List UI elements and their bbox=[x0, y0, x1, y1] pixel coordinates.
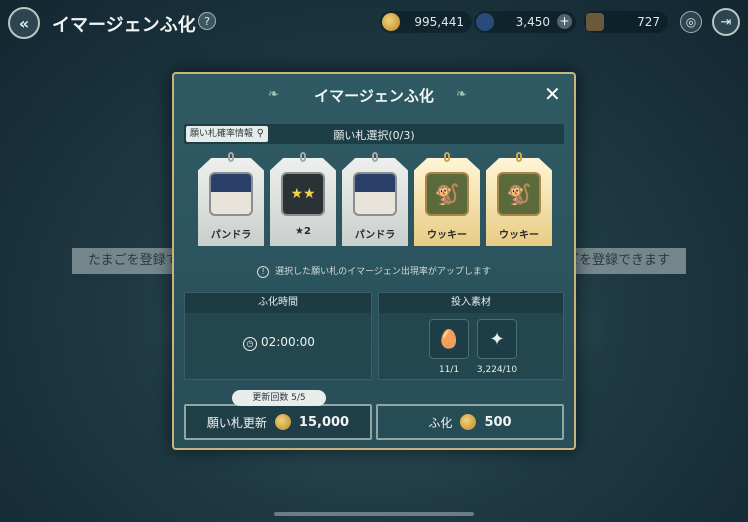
notice-text: 選択した願い札のイマージェン出現率がアップします bbox=[275, 267, 491, 277]
material-count: 3,224/10 bbox=[476, 365, 518, 375]
hatch-button[interactable]: ふ化 500 bbox=[376, 404, 564, 440]
wish-card[interactable]: パンドラ bbox=[342, 150, 408, 246]
hatch-label: ふ化 bbox=[428, 415, 453, 430]
hatch-time-header: ふ化時間 bbox=[185, 293, 371, 313]
screen-title: イマージェンふ化 bbox=[52, 15, 196, 36]
settings-icon[interactable]: ◎ bbox=[680, 11, 702, 33]
exit-icon: ⇥ bbox=[720, 14, 732, 30]
star-material-icon: ✦ bbox=[477, 319, 517, 359]
refresh-wish-cards-button[interactable]: 願い札更新 15,000 bbox=[184, 404, 372, 440]
card-label: ★2 bbox=[295, 226, 311, 237]
tag-ring bbox=[300, 152, 306, 162]
leaf-ornament-icon: ❧ bbox=[456, 87, 467, 102]
gold-counter: 995,441 bbox=[380, 11, 472, 33]
two-star-icon: ★★ bbox=[281, 172, 325, 216]
card-label: ウッキー bbox=[499, 230, 539, 241]
exit-button[interactable]: ⇥ bbox=[712, 8, 740, 36]
tag-ring bbox=[516, 152, 522, 162]
wish-card[interactable]: パンドラ bbox=[198, 150, 264, 246]
material-item[interactable]: 🥚 11/1 bbox=[429, 319, 469, 375]
materials-panel: 投入素材 🥚 11/1 ✦ 3,224/10 bbox=[378, 292, 564, 380]
hatch-cost: 500 bbox=[484, 414, 512, 430]
gold-coin-icon bbox=[274, 414, 291, 430]
pandora-portrait-icon bbox=[209, 172, 253, 216]
dialog-header: ❧ イマージェンふ化 ❧ ✕ bbox=[174, 74, 574, 116]
wish-card-list: パンドラ ★★ ★2 パンドラ 🐒 ウッキー 🐒 ウッキー bbox=[198, 150, 558, 248]
top-bar: « イマージェンふ化 ? 995,441 3,450 + 727 ◎ ⇥ bbox=[0, 0, 748, 44]
hatch-time-value: 02:00:00 bbox=[261, 335, 315, 349]
card-label: パンドラ bbox=[210, 230, 252, 241]
egg-icon: 🥚 bbox=[429, 319, 469, 359]
notice: ! 選択した願い札のイマージェン出現率がアップします bbox=[174, 264, 574, 278]
wukki-portrait-icon: 🐒 bbox=[425, 172, 469, 216]
gem-counter: 3,450 + bbox=[474, 11, 576, 33]
wish-card-select-bar: 願い札確率情報 ⚲ 願い札選択(0/3) bbox=[184, 124, 564, 144]
tag-ring bbox=[444, 152, 450, 162]
card-label: ウッキー bbox=[427, 230, 467, 241]
gold-coin-icon bbox=[382, 13, 400, 31]
tag-ring bbox=[372, 152, 378, 162]
hatch-time-panel: ふ化時間 ◷ 02:00:00 bbox=[184, 292, 372, 380]
gold-coin-icon bbox=[460, 414, 477, 430]
materials-header: 投入素材 bbox=[379, 293, 563, 313]
wish-card[interactable]: 🐒 ウッキー bbox=[414, 150, 480, 246]
home-indicator bbox=[274, 512, 474, 516]
add-gems-button[interactable]: + bbox=[557, 14, 572, 29]
back-button[interactable]: « bbox=[8, 7, 40, 39]
refresh-label: 願い札更新 bbox=[206, 415, 267, 430]
back-arrow-icon: « bbox=[18, 13, 30, 33]
gem-icon bbox=[476, 13, 494, 31]
card-label: パンドラ bbox=[354, 230, 396, 241]
wukki-portrait-icon: 🐒 bbox=[497, 172, 541, 216]
close-button[interactable]: ✕ bbox=[544, 82, 561, 106]
gold-amount: 995,441 bbox=[414, 15, 464, 29]
tag-ring bbox=[228, 152, 234, 162]
pandora-portrait-icon bbox=[353, 172, 397, 216]
hatch-time-value-row: ◷ 02:00:00 bbox=[185, 335, 373, 351]
refresh-cost: 15,000 bbox=[298, 414, 350, 430]
info-icon: ! bbox=[257, 266, 270, 278]
wish-card[interactable]: ★★ ★2 bbox=[270, 150, 336, 246]
help-icon[interactable]: ? bbox=[198, 12, 216, 30]
hatch-dialog: ❧ イマージェンふ化 ❧ ✕ 願い札確率情報 ⚲ 願い札選択(0/3) パンドラ… bbox=[172, 72, 576, 450]
wish-card-select-title: 願い札選択(0/3) bbox=[333, 129, 415, 142]
material-item[interactable]: ✦ 3,224/10 bbox=[477, 319, 517, 375]
wish-card[interactable]: 🐒 ウッキー bbox=[486, 150, 552, 246]
clock-icon: ◷ bbox=[243, 337, 258, 351]
refresh-count-badge: 更新回数 5/5 bbox=[232, 390, 326, 406]
dialog-title: イマージェンふ化 bbox=[314, 87, 434, 105]
bag-counter: 727 bbox=[584, 11, 668, 33]
bag-amount: 727 bbox=[637, 15, 660, 29]
bag-icon bbox=[586, 13, 604, 31]
gem-amount: 3,450 bbox=[515, 15, 550, 29]
